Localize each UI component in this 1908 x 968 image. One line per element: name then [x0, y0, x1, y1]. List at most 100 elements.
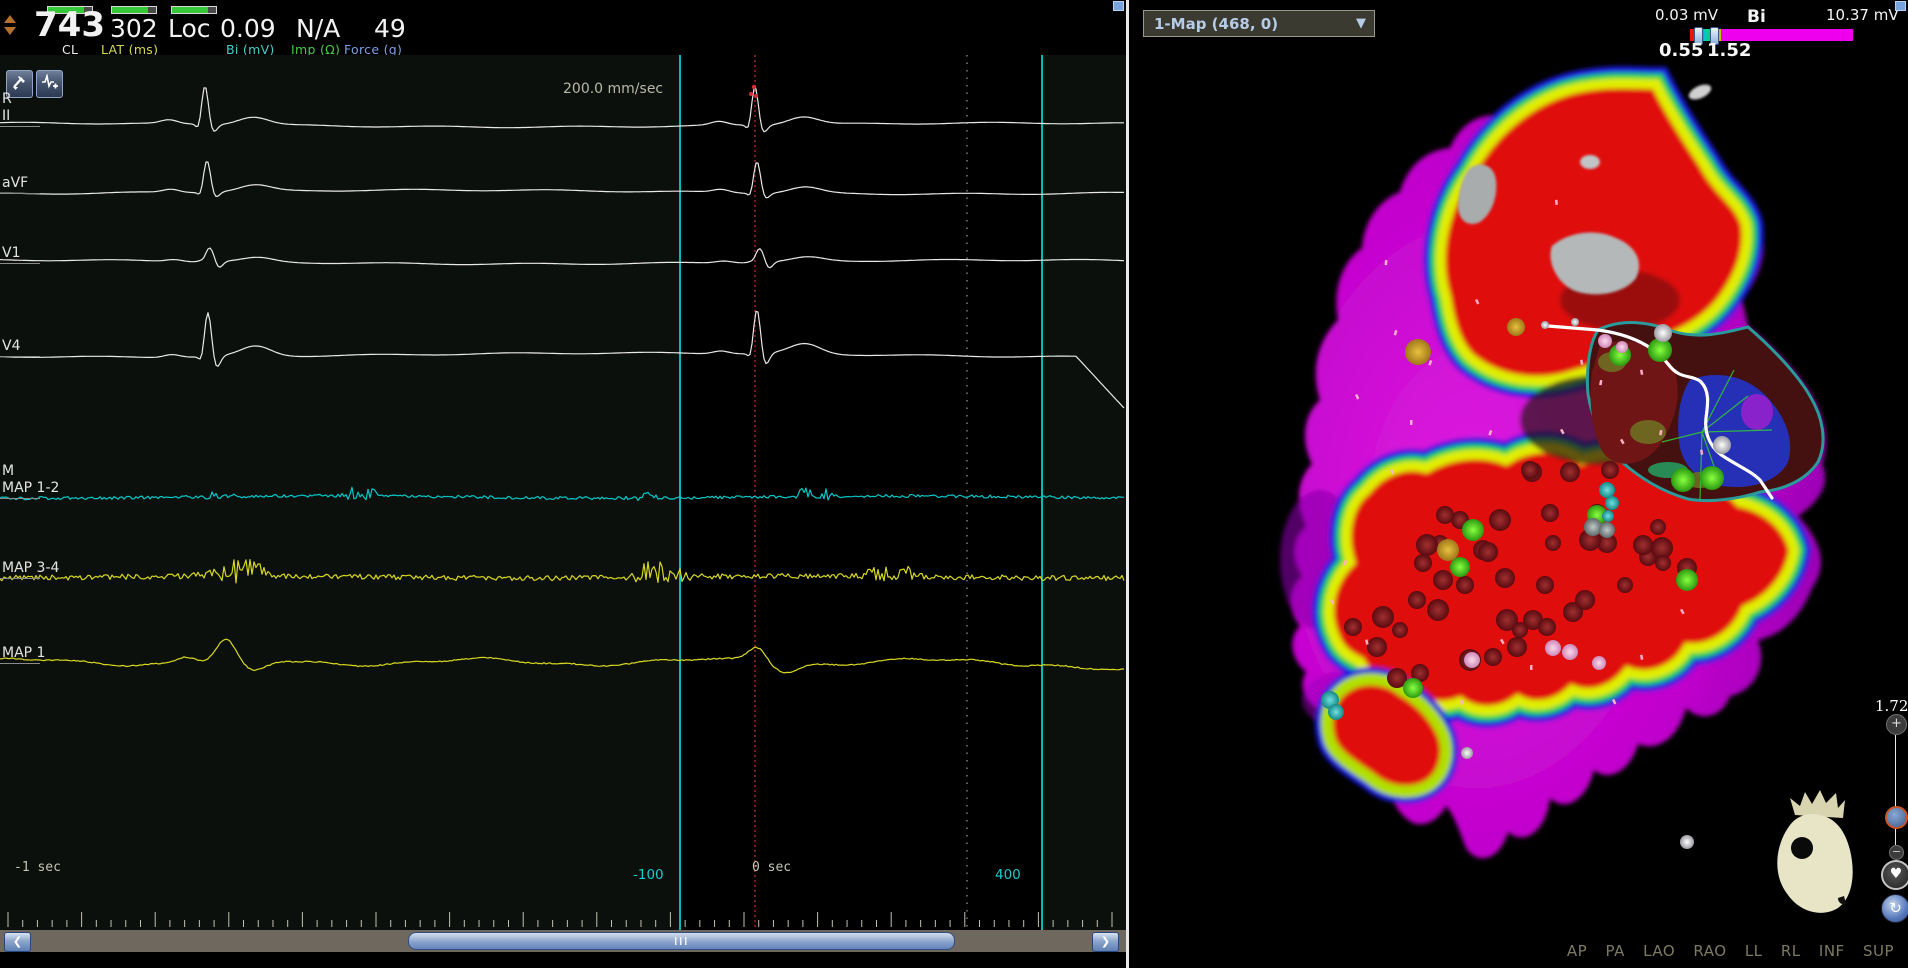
map-3d-panel: 1-Map (468, 0) ▼ 0.03 mV Bi 10.37 mV 0.5…: [1129, 0, 1908, 968]
ablation-lesion-dots-item[interactable]: [1633, 535, 1653, 555]
ablation-lesion-dots-item[interactable]: [1521, 461, 1539, 479]
orient-button-lao[interactable]: LAO: [1643, 942, 1675, 960]
map-point-spheres-pink-item: [1616, 341, 1628, 353]
trace-group-label-m: M: [2, 464, 14, 478]
trace-label-underline: [0, 578, 40, 579]
ecg-trace-panel: 200.0 mm/sec RIIaVFV1V4MMAP 1-2MAP 3-4MA…: [0, 55, 1126, 930]
scrollbar-thumb[interactable]: [408, 932, 955, 950]
trace-label-avf: aVF: [2, 176, 28, 190]
trace-label-underline: [0, 498, 40, 499]
scroll-left-button[interactable]: ❮: [4, 932, 31, 952]
orient-button-ap[interactable]: AP: [1567, 942, 1587, 960]
zoom-out-button[interactable]: −: [1889, 845, 1904, 860]
trace-group-label-r: R: [2, 92, 12, 106]
window-indicator[interactable]: [1113, 1, 1124, 11]
ablation-lesion-dots-item[interactable]: [1575, 590, 1595, 610]
orient-button-sup[interactable]: SUP: [1863, 942, 1894, 960]
ablation-lesion-dots-item[interactable]: [1536, 576, 1554, 594]
map-point-dots-orange-item[interactable]: [1405, 339, 1431, 365]
add-signal-button[interactable]: [36, 70, 63, 98]
orient-button-rao[interactable]: RAO: [1693, 942, 1726, 960]
heart-view-button[interactable]: ♥: [1881, 860, 1908, 890]
scale-low-value: 0.55: [1659, 40, 1703, 61]
ablation-lesion-dots-item[interactable]: [1495, 568, 1515, 588]
map-point-dots-green-item[interactable]: [1671, 468, 1695, 492]
catheter-electrode-dots-item: [1605, 496, 1619, 510]
map-point-spheres-pink-item: [1592, 656, 1606, 670]
ablation-lesion-dots-item[interactable]: [1433, 570, 1453, 590]
ablation-lesion-dots-item[interactable]: [1507, 637, 1527, 657]
trace-label-underline: [0, 263, 40, 264]
window-indicator[interactable]: [1895, 1, 1906, 11]
window-start-label: -100: [633, 867, 664, 883]
map-point-dots-green-item[interactable]: [1450, 557, 1470, 577]
trace-label-underline: [0, 193, 40, 194]
orient-button-inf[interactable]: INF: [1819, 942, 1845, 960]
heart-reference-icon[interactable]: [1777, 790, 1852, 913]
ablation-lesion-dots-item[interactable]: [1489, 509, 1511, 531]
ablation-lesion-dots-item[interactable]: [1545, 535, 1561, 551]
ablation-lesion-dots-item[interactable]: [1560, 462, 1580, 482]
ablation-lesion-dots-item[interactable]: [1372, 606, 1394, 628]
time-label-zero: 0 sec: [752, 860, 791, 875]
map-point-dots-green-item[interactable]: [1403, 678, 1423, 698]
map-point-dots-green-item[interactable]: [1700, 466, 1724, 490]
ablation-lesion-dots-item[interactable]: [1408, 591, 1426, 609]
voltage-map-3d[interactable]: [1129, 0, 1908, 968]
map-point-spheres-white-item: [1654, 324, 1672, 342]
map-point-spheres-white-item: [1461, 747, 1473, 759]
ablation-lesion-dots-item[interactable]: [1456, 576, 1474, 594]
sort-chevrons-icon[interactable]: [4, 15, 16, 39]
map-selector-label: 1-Map (468, 0): [1154, 15, 1278, 33]
imp-value: N/A: [296, 14, 340, 43]
ablation-lesion-dots-item[interactable]: [1541, 504, 1559, 522]
scale-min-label: 0.03 mV: [1655, 6, 1718, 24]
reset-view-button[interactable]: ↻: [1881, 894, 1908, 923]
map-point-dots-orange-item[interactable]: [1437, 539, 1459, 561]
ablation-lesion-dots-item[interactable]: [1650, 519, 1666, 535]
map-point-dots-green-item[interactable]: [1648, 338, 1672, 362]
ablation-lesion-dots-item[interactable]: [1392, 622, 1408, 638]
orientation-buttons: AP PA LAO RAO LL RL INF SUP: [1554, 942, 1894, 960]
ablation-lesion-dots-item[interactable]: [1344, 618, 1362, 636]
ablation-lesion-dots-item[interactable]: [1617, 577, 1633, 593]
scroll-right-button[interactable]: ❯: [1092, 932, 1119, 952]
map-selector-dropdown[interactable]: 1-Map (468, 0) ▼: [1143, 10, 1375, 37]
signal-quality-bar: [171, 6, 217, 14]
map-point-dots-gray-item: [1599, 522, 1615, 538]
ablation-lesion-dots-item[interactable]: [1655, 555, 1671, 571]
ablation-lesion-dots-item[interactable]: [1484, 648, 1502, 666]
trace-label-map1: MAP 1: [2, 646, 45, 660]
ablation-lesion-dots-item[interactable]: [1416, 534, 1438, 556]
ablation-lesion-dots-item[interactable]: [1436, 506, 1454, 524]
map-point-spheres-pink-item: [1464, 652, 1480, 668]
zoom-in-button[interactable]: +: [1886, 714, 1907, 735]
ablation-lesion-dots-item[interactable]: [1427, 599, 1449, 621]
trace-label-v1: V1: [2, 246, 20, 260]
ablation-lesion-dots-item[interactable]: [1367, 637, 1387, 657]
map-point-dots-orange-item[interactable]: [1507, 318, 1525, 336]
map-point-spheres-white-item: [1680, 835, 1694, 849]
loc-label: Loc: [168, 14, 211, 43]
waveform-plus-icon: [41, 74, 58, 91]
ablation-lesion-dots-item[interactable]: [1414, 554, 1432, 572]
orient-button-pa[interactable]: PA: [1605, 942, 1624, 960]
map-point-dots-green-item[interactable]: [1462, 519, 1484, 541]
ablation-lesion-dots-item[interactable]: [1601, 461, 1619, 479]
time-scrollbar[interactable]: ❮ ❯: [0, 930, 1126, 952]
orient-button-rl[interactable]: RL: [1781, 942, 1801, 960]
activation-tick: [1385, 260, 1388, 265]
ablation-lesion-dots-item[interactable]: [1478, 542, 1498, 562]
orient-button-ll[interactable]: LL: [1745, 942, 1763, 960]
activation-tick: [1410, 420, 1413, 425]
window-end-label: 400: [995, 867, 1021, 883]
zoom-slider-knob[interactable]: [1885, 806, 1908, 829]
ablation-lesion-dots-item[interactable]: [1538, 618, 1556, 636]
map-point-dots-green-item[interactable]: [1676, 569, 1698, 591]
map-point-dots-gray-item: [1584, 518, 1602, 536]
map-point-spheres-pink-item: [1598, 334, 1612, 348]
carto-workspace: 743 CL 302 LAT (ms) Loc 0.09 Bi (mV) N/A…: [0, 0, 1908, 968]
lat-value: 302: [110, 14, 158, 43]
hammer-tool-icon: [11, 74, 28, 91]
chevron-down-icon: ▼: [1356, 11, 1366, 37]
